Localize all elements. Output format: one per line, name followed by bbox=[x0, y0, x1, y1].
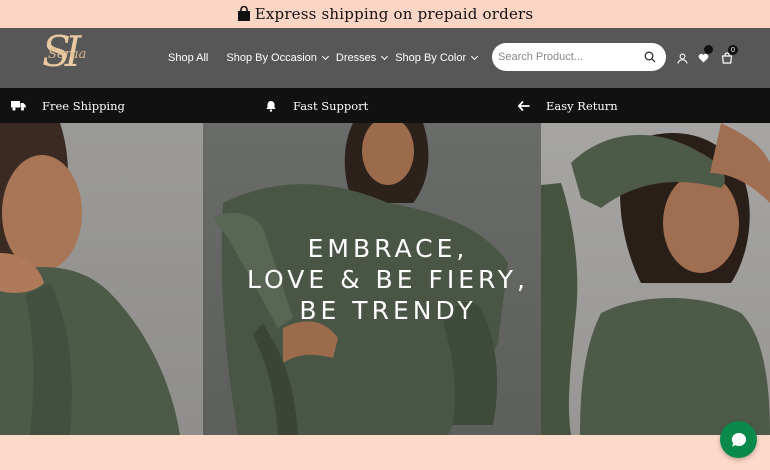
nav-label: Shop All bbox=[168, 52, 209, 64]
hero-headline-line: EMBRACE, bbox=[307, 234, 469, 263]
usp-strip: Free Shipping Fast Support Easy Return bbox=[0, 88, 770, 123]
site-header: SI Seraa Shop All Shop By Occasion Dress… bbox=[0, 27, 770, 88]
brand-logo[interactable]: SI Seraa bbox=[40, 27, 102, 85]
bell-icon bbox=[266, 100, 276, 112]
hero-banner[interactable]: EMBRACE, LOVE & BE FIERY, BE TRENDY bbox=[0, 123, 770, 435]
nav-shop-all[interactable]: Shop All bbox=[168, 52, 208, 64]
shopping-bag-icon bbox=[237, 6, 250, 21]
usp-label: Easy Return bbox=[546, 98, 618, 113]
nav-shop-by-occasion[interactable]: Shop By Occasion bbox=[226, 52, 329, 64]
usp-label: Free Shipping bbox=[42, 98, 125, 113]
chat-bubble-icon bbox=[731, 432, 746, 446]
chevron-down-icon bbox=[321, 52, 329, 61]
hero-image-right bbox=[541, 123, 770, 435]
search-bar bbox=[492, 43, 666, 71]
cart-count-badge: 0 bbox=[728, 45, 738, 55]
chat-widget-button[interactable] bbox=[720, 421, 757, 458]
search-icon[interactable] bbox=[644, 51, 656, 63]
nav-label: Shop By Color bbox=[395, 52, 467, 64]
hero-headline-line: BE TRENDY bbox=[299, 296, 477, 325]
main-nav: Shop All Shop By Occasion Dresses Shop B… bbox=[168, 28, 485, 88]
wishlist-button[interactable] bbox=[696, 45, 713, 65]
usp-free-shipping: Free Shipping bbox=[11, 88, 125, 123]
usp-fast-support: Fast Support bbox=[265, 88, 368, 123]
chevron-down-icon bbox=[381, 52, 389, 61]
announcement-text: Express shipping on prepaid orders bbox=[254, 5, 534, 23]
nav-dresses[interactable]: Dresses bbox=[335, 52, 389, 64]
arrow-left-icon bbox=[518, 100, 530, 111]
nav-shop-by-color[interactable]: Shop By Color bbox=[395, 52, 479, 64]
search-input[interactable] bbox=[498, 51, 644, 63]
brand-name: Seraa bbox=[48, 47, 87, 62]
heart-icon bbox=[698, 53, 708, 63]
usp-easy-return: Easy Return bbox=[518, 88, 618, 123]
nav-label: Dresses bbox=[335, 52, 377, 64]
cart-button[interactable]: 0 bbox=[719, 45, 738, 65]
hero-headline-line: LOVE & BE FIERY, bbox=[247, 265, 529, 294]
hero-image-left bbox=[0, 123, 203, 435]
user-icon bbox=[677, 53, 687, 64]
usp-label: Fast Support bbox=[293, 98, 369, 113]
chevron-down-icon bbox=[471, 52, 479, 61]
wishlist-badge bbox=[704, 45, 713, 54]
hero-headline: EMBRACE, LOVE & BE FIERY, BE TRENDY bbox=[203, 233, 573, 326]
nav-label: Shop By Occasion bbox=[226, 52, 317, 64]
announcement-bar: Express shipping on prepaid orders bbox=[0, 0, 770, 28]
truck-icon bbox=[11, 101, 26, 111]
account-button[interactable] bbox=[675, 51, 689, 65]
